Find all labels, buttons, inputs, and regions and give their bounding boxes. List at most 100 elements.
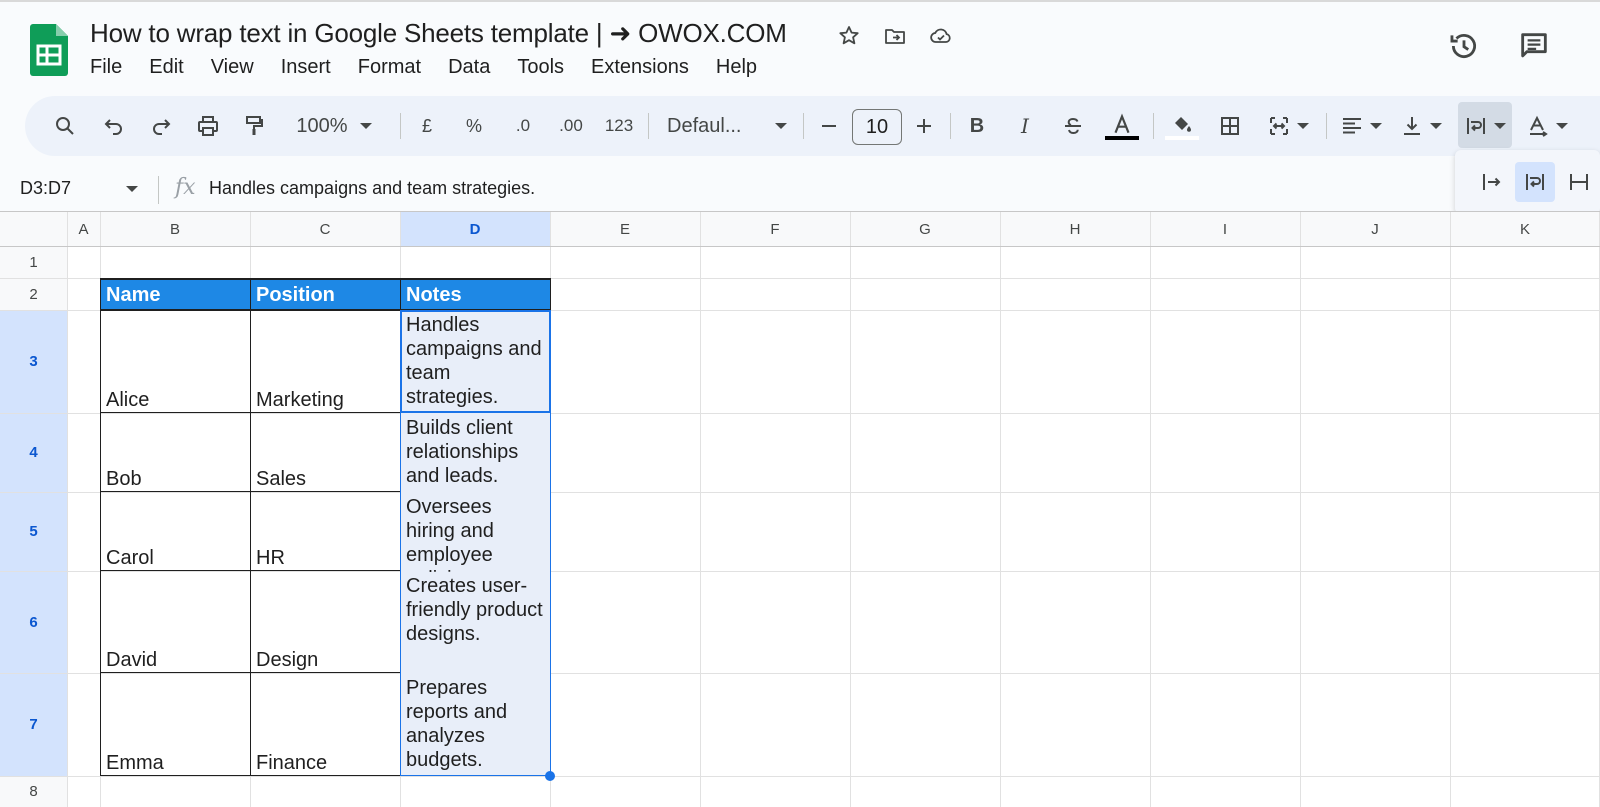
undo-icon[interactable] (97, 108, 131, 144)
text-wrapping-button[interactable] (1458, 108, 1512, 144)
font-select[interactable]: Defaul... (667, 108, 787, 144)
cell-name[interactable]: Alice (101, 311, 250, 413)
cloud-saved-icon[interactable] (926, 21, 956, 51)
table-header-name[interactable]: Name (101, 279, 250, 310)
menu-file[interactable]: File (90, 56, 136, 79)
chevron-down-icon[interactable] (126, 186, 138, 192)
column-header-g[interactable]: G (850, 212, 1000, 246)
menu-format[interactable]: Format (358, 56, 435, 79)
column-header-j[interactable]: J (1300, 212, 1450, 246)
column-header-a[interactable]: A (67, 212, 100, 246)
row-header-6[interactable]: 6 (0, 571, 67, 673)
fill-color-swatch (1165, 135, 1199, 140)
column-header-k[interactable]: K (1450, 212, 1600, 246)
chevron-down-icon (359, 123, 372, 129)
comments-icon[interactable] (1514, 26, 1554, 66)
column-header-b[interactable]: B (100, 212, 250, 246)
paint-format-icon[interactable] (237, 108, 271, 144)
cell-position[interactable]: HR (251, 493, 400, 571)
wrap-clip-option[interactable] (1559, 162, 1599, 202)
row-header-2[interactable]: 2 (0, 278, 67, 310)
cell-name[interactable]: David (101, 572, 250, 673)
document-title[interactable]: How to wrap text in Google Sheets templa… (90, 18, 787, 49)
version-history-icon[interactable] (1444, 26, 1484, 66)
toolbar-divider (400, 113, 401, 139)
cell-name[interactable]: Carol (101, 493, 250, 571)
chevron-down-icon (1430, 123, 1442, 129)
table-border (100, 278, 101, 776)
percent-format-button[interactable]: % (461, 108, 487, 144)
cell-name[interactable]: Emma (101, 674, 250, 776)
formula-bar-divider (158, 176, 159, 204)
row-header-7[interactable]: 7 (0, 673, 67, 776)
zoom-select[interactable]: 100% (288, 108, 380, 144)
menu-edit[interactable]: Edit (149, 56, 197, 79)
row-header-8[interactable]: 8 (0, 776, 67, 807)
window-top-border (0, 0, 1600, 2)
wrap-overflow-option[interactable] (1471, 162, 1511, 202)
menu-extensions[interactable]: Extensions (591, 56, 703, 79)
menu-tools[interactable]: Tools (517, 56, 578, 79)
row-header-3[interactable]: 3 (0, 310, 67, 413)
star-icon[interactable] (834, 21, 864, 51)
redo-icon[interactable] (144, 108, 178, 144)
print-icon[interactable] (191, 108, 225, 144)
decrease-decimal-button[interactable]: .0 (506, 108, 540, 144)
menu-data[interactable]: Data (448, 56, 504, 79)
column-header-i[interactable]: I (1150, 212, 1300, 246)
toolbar-divider (803, 113, 804, 139)
column-header-f[interactable]: F (700, 212, 850, 246)
increase-decimal-button[interactable]: .00 (551, 108, 591, 144)
wrap-wrap-option[interactable] (1515, 162, 1555, 202)
move-folder-icon[interactable] (880, 21, 910, 51)
row-header-4[interactable]: 4 (0, 413, 67, 492)
select-all-corner[interactable] (0, 212, 67, 246)
menu-help[interactable]: Help (716, 56, 771, 79)
strikethrough-icon[interactable] (1056, 108, 1090, 144)
cell-position[interactable]: Sales (251, 414, 400, 492)
formula-input[interactable]: Handles campaigns and team strategies. (209, 178, 535, 199)
currency-format-button[interactable]: £ (414, 108, 440, 144)
text-wrapping-menu (1455, 150, 1600, 214)
table-header-position[interactable]: Position (251, 279, 400, 310)
menu-view[interactable]: View (211, 56, 268, 79)
text-rotation-button[interactable] (1520, 108, 1574, 144)
cell-position[interactable]: Marketing (251, 311, 400, 413)
table-border (550, 278, 551, 311)
text-color-icon[interactable] (1102, 108, 1142, 144)
row-header-1[interactable]: 1 (0, 246, 67, 278)
toolbar-divider (1153, 113, 1154, 139)
zoom-value: 100% (296, 114, 348, 137)
cell-position[interactable]: Design (251, 572, 400, 673)
row-header-5[interactable]: 5 (0, 492, 67, 571)
menu-insert[interactable]: Insert (281, 56, 345, 79)
increase-font-size-icon[interactable] (909, 108, 939, 144)
cell-position[interactable]: Finance (251, 674, 400, 776)
cell-name[interactable]: Bob (101, 414, 250, 492)
column-header-c[interactable]: C (250, 212, 400, 246)
more-formats-button[interactable]: 123 (602, 108, 636, 144)
grid-line (850, 212, 851, 807)
decrease-font-size-icon[interactable] (814, 108, 844, 144)
google-sheets-logo-icon[interactable] (30, 24, 68, 76)
column-header-d[interactable]: D (400, 212, 550, 246)
active-cell-outline (400, 310, 551, 413)
table-header-notes[interactable]: Notes (401, 279, 550, 310)
wrap-text-icon (1467, 118, 1485, 134)
borders-icon[interactable] (1213, 108, 1247, 144)
search-menus-icon[interactable] (48, 108, 82, 144)
chevron-down-icon (1494, 123, 1506, 129)
vertical-align-button[interactable] (1394, 108, 1448, 144)
horizontal-align-button[interactable] (1334, 108, 1388, 144)
fill-color-icon[interactable] (1162, 108, 1202, 144)
bold-button[interactable]: B (962, 108, 992, 144)
fill-handle[interactable] (545, 771, 555, 781)
grid-line (0, 211, 1600, 212)
grid-line (1000, 212, 1001, 807)
merge-cells-button[interactable] (1260, 108, 1316, 144)
italic-button[interactable]: I (1010, 108, 1040, 144)
column-header-e[interactable]: E (550, 212, 700, 246)
font-size-input[interactable]: 10 (852, 109, 902, 145)
column-header-h[interactable]: H (1000, 212, 1150, 246)
name-box[interactable]: D3:D7 (20, 178, 71, 199)
